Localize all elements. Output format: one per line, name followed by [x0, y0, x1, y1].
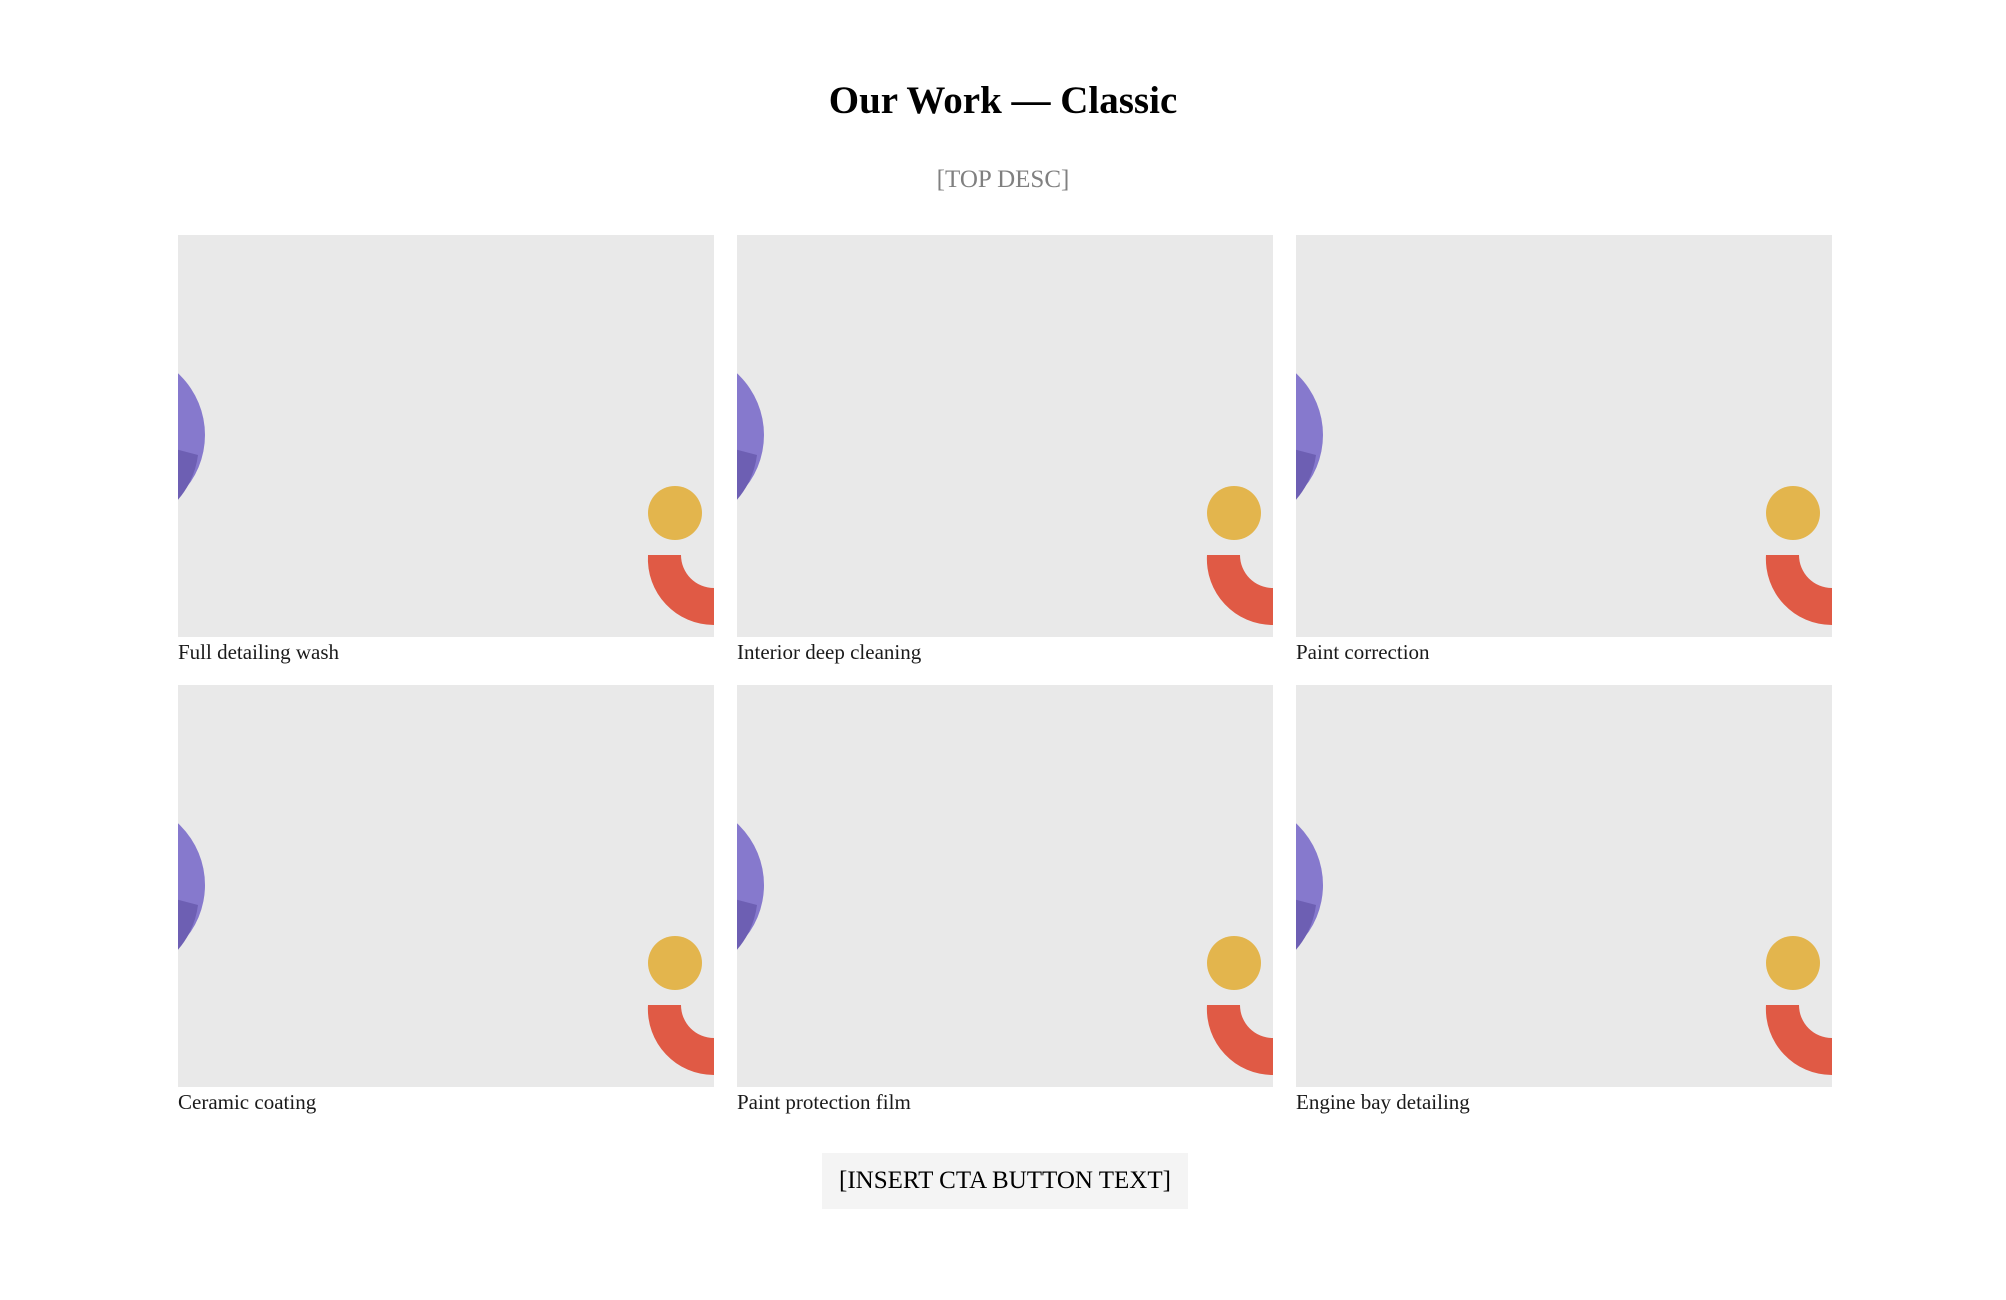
gallery-card[interactable]: Paint protection film — [737, 685, 1273, 1135]
gallery-card[interactable]: Engine bay detailing — [1296, 685, 1832, 1135]
gallery-image-placeholder[interactable] — [1296, 685, 1832, 1087]
gallery-card[interactable]: Interior deep cleaning — [737, 235, 1273, 685]
gallery-image-placeholder[interactable] — [737, 235, 1273, 637]
placeholder-image-icon — [178, 373, 714, 626]
cta-button[interactable]: [INSERT CTA BUTTON TEXT] — [822, 1153, 1188, 1209]
gallery-card[interactable]: Full detailing wash — [178, 235, 714, 685]
gallery-image-placeholder[interactable] — [178, 685, 714, 1087]
page-title: Our Work — Classic — [828, 79, 1178, 122]
work-gallery: Full detailing wash Interior deep cleani… — [178, 235, 1832, 1135]
placeholder-image-icon — [1296, 823, 1832, 1076]
placeholder-image-icon — [178, 823, 714, 1076]
gallery-caption: Paint correction — [1296, 640, 1430, 664]
placeholder-image-icon — [1296, 373, 1832, 626]
gallery-image-placeholder[interactable] — [737, 685, 1273, 1087]
gallery-caption: Interior deep cleaning — [737, 640, 922, 664]
gallery-card[interactable]: Ceramic coating — [178, 685, 714, 1135]
gallery-image-placeholder[interactable] — [178, 235, 714, 637]
placeholder-image-icon — [737, 823, 1273, 1076]
gallery-caption: Engine bay detailing — [1296, 1090, 1470, 1114]
gallery-caption: Paint protection film — [737, 1090, 911, 1114]
gallery-image-placeholder[interactable] — [1296, 235, 1832, 637]
placeholder-image-icon — [737, 373, 1273, 626]
gallery-card[interactable]: Paint correction — [1296, 235, 1832, 685]
page-description: [TOP DESC] — [936, 166, 1070, 193]
gallery-caption: Full detailing wash — [178, 640, 339, 664]
gallery-caption: Ceramic coating — [178, 1090, 317, 1114]
page: Our Work — Classic [TOP DESC] Full detai… — [0, 0, 2006, 1300]
